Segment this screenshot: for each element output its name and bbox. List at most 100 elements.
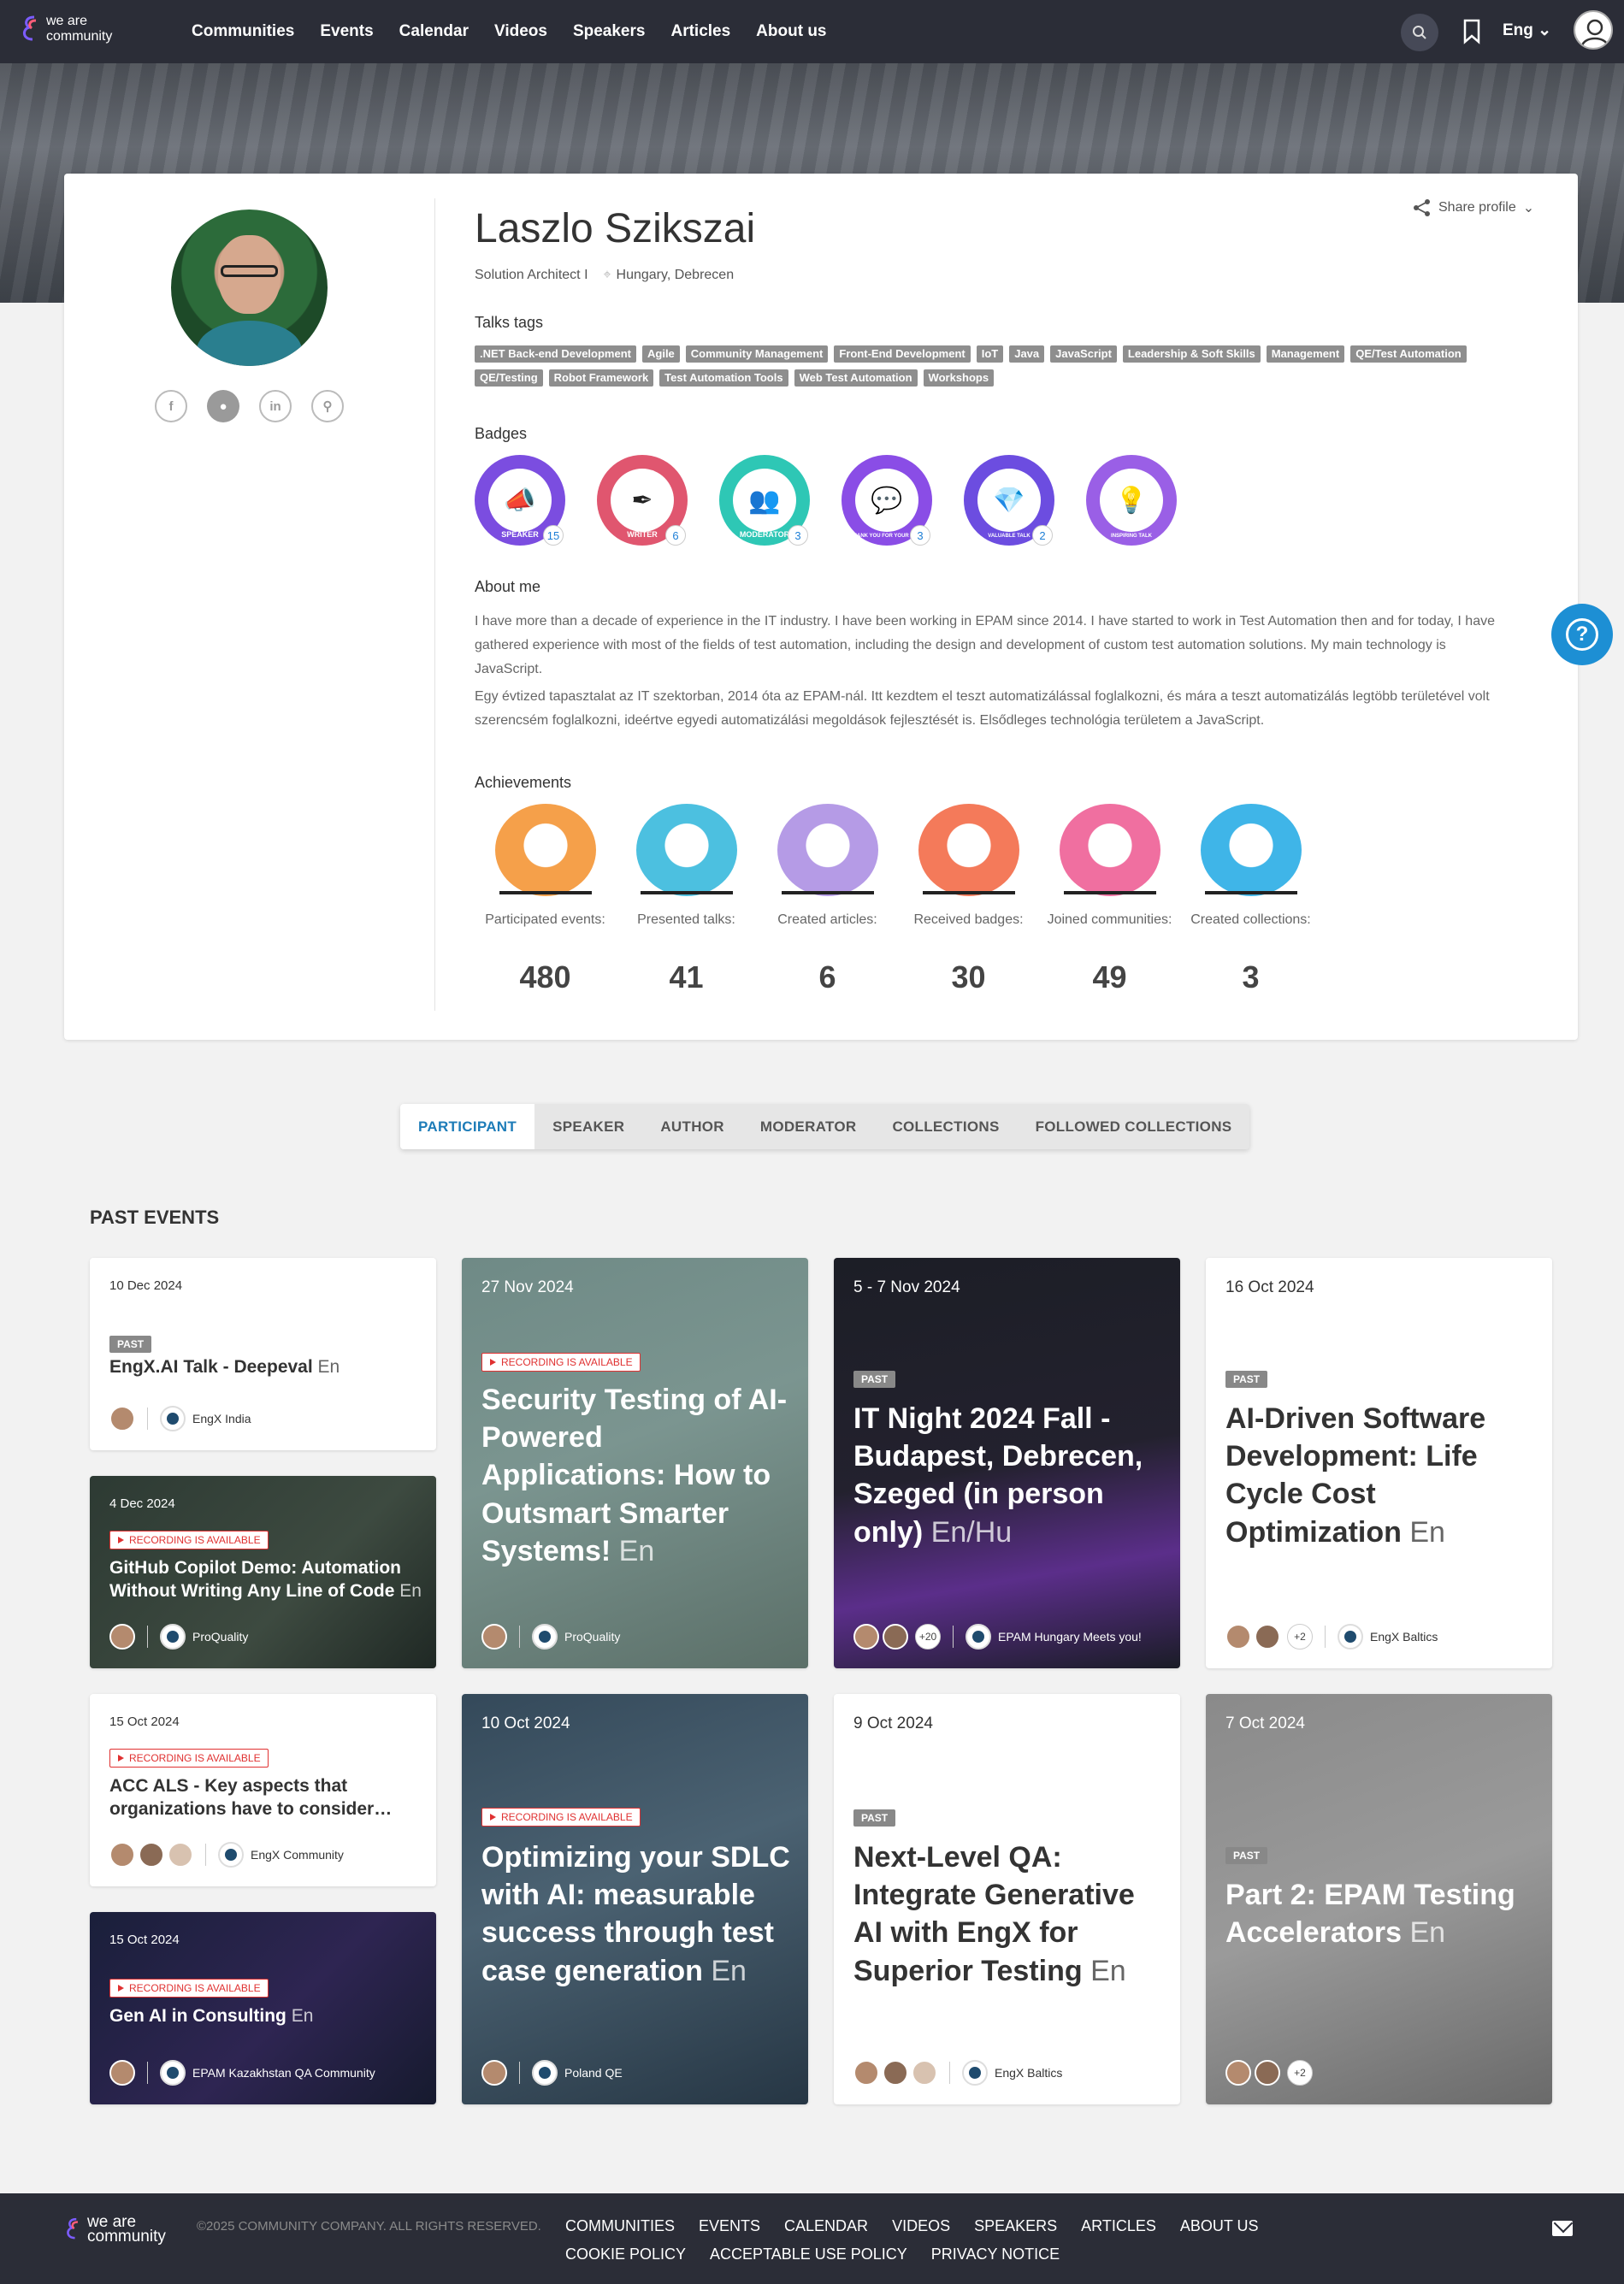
participant-avatar[interactable] [853,2060,879,2086]
community-logo[interactable] [160,1624,186,1650]
event-title[interactable]: Optimizing your SDLC with AI: measurable… [481,1838,794,1990]
footer-link-acceptable-use-policy[interactable]: ACCEPTABLE USE POLICY [710,2246,907,2263]
footer-link-videos[interactable]: VIDEOS [892,2217,950,2235]
community-name[interactable]: EngX Baltics [1370,1630,1438,1644]
footer-link-events[interactable]: EVENTS [699,2217,760,2235]
tab-followed-collections[interactable]: FOLLOWED COLLECTIONS [1018,1104,1250,1149]
participant-avatar[interactable] [481,1624,507,1650]
event-card[interactable]: 4 Dec 2024 RECORDING IS AVAILABLE GitHub C… [90,1476,436,1668]
event-card[interactable]: 10 Oct 2024 RECORDING IS AVAILABLE Optimiz… [462,1694,808,2104]
community-name[interactable]: ProQuality [192,1630,248,1644]
talk-tag[interactable]: Robot Framework [548,369,654,387]
community-logo[interactable] [966,1624,991,1650]
tab-author[interactable]: AUTHOR [642,1104,742,1149]
nav-about-us[interactable]: About us [756,22,826,41]
badge-inspiring-talk[interactable]: 💡 INSPIRING TALK [1086,455,1177,546]
participant-avatar[interactable] [1255,1624,1280,1650]
footer-link-speakers[interactable]: SPEAKERS [974,2217,1057,2235]
participant-avatar[interactable] [109,1624,135,1650]
community-logo[interactable] [1338,1624,1363,1650]
talk-tag[interactable]: .NET Back-end Development [475,345,636,363]
footer-link-articles[interactable]: ARTICLES [1081,2217,1156,2235]
more-participants-count[interactable]: +20 [915,1624,941,1650]
participant-avatar[interactable] [912,2060,937,2086]
community-name[interactable]: Poland QE [564,2066,623,2080]
event-title[interactable]: EngX.AI Talk - Deepeval En [109,1355,422,1378]
site-logo[interactable]: we are community [19,12,112,46]
github-icon[interactable]: ● [207,390,239,422]
community-name[interactable]: EPAM Kazakhstan QA Community [192,2066,375,2080]
talk-tag[interactable]: Front-End Development [834,345,971,363]
footer-logo[interactable]: we are community [63,2214,166,2245]
mail-icon[interactable] [1552,2221,1573,2236]
footer-link-about-us[interactable]: ABOUT US [1180,2217,1259,2235]
participant-avatar[interactable] [168,1842,193,1868]
talk-tag[interactable]: Test Automation Tools [659,369,788,387]
talk-tag[interactable]: JavaScript [1050,345,1117,363]
nav-videos[interactable]: Videos [494,22,547,41]
talk-tag[interactable]: QE/Testing [475,369,543,387]
event-title[interactable]: IT Night 2024 Fall - Budapest, Debrecen,… [853,1400,1166,1551]
tab-collections[interactable]: COLLECTIONS [874,1104,1017,1149]
community-name[interactable]: EngX Baltics [995,2066,1062,2080]
community-name[interactable]: EngX India [192,1412,251,1425]
talk-tag[interactable]: Java [1009,345,1045,363]
talk-tag[interactable]: Management [1266,345,1345,363]
nav-calendar[interactable]: Calendar [399,22,469,41]
community-logo[interactable] [160,1406,186,1431]
community-logo[interactable] [532,2060,558,2086]
nav-events[interactable]: Events [320,22,373,41]
event-card[interactable]: 5 - 7 Nov 2024 PAST IT Night 2024 Fall - B… [834,1258,1180,1668]
talk-tag[interactable]: QE/Test Automation [1350,345,1467,363]
event-title[interactable]: GitHub Copilot Demo: Automation Without … [109,1556,422,1603]
linkedin-icon[interactable]: in [259,390,292,422]
community-logo[interactable] [962,2060,988,2086]
participant-avatar[interactable] [1255,2060,1280,2086]
community-name[interactable]: EPAM Hungary Meets you! [998,1630,1142,1644]
event-card[interactable]: 9 Oct 2024 PAST Next-Level QA: Integrate G… [834,1694,1180,2104]
community-name[interactable]: ProQuality [564,1630,620,1644]
event-title[interactable]: Gen AI in Consulting En [109,2004,422,2027]
community-logo[interactable] [218,1842,244,1868]
event-title[interactable]: Part 2: EPAM Testing Accelerators En [1225,1876,1538,1951]
search-button[interactable] [1401,14,1438,51]
user-avatar[interactable] [1574,10,1613,50]
participant-avatar[interactable] [109,2060,135,2086]
badge-speaker[interactable]: 📣 SPEAKER 15 [475,455,565,546]
event-card[interactable]: 15 Oct 2024 RECORDING IS AVAILABLE Gen AI … [90,1912,436,2104]
event-title[interactable]: Security Testing of AI-Powered Applicati… [481,1381,794,1570]
participant-avatar[interactable] [109,1406,135,1431]
talk-tag[interactable]: Community Management [685,345,829,363]
participant-avatar[interactable] [109,1842,135,1868]
badge-writer[interactable]: ✒ WRITER 6 [597,455,688,546]
footer-link-calendar[interactable]: CALENDAR [784,2217,868,2235]
talk-tag[interactable]: Agile [642,345,680,363]
participant-avatar[interactable] [139,1842,164,1868]
talk-tag[interactable]: Workshops [923,369,995,387]
bookmark-icon[interactable] [1462,19,1481,44]
tab-moderator[interactable]: MODERATOR [742,1104,875,1149]
event-title[interactable]: AI-Driven Software Development: Life Cyc… [1225,1400,1538,1551]
event-title[interactable]: ACC ALS - Key aspects that organizations… [109,1774,422,1821]
community-logo[interactable] [160,2060,186,2086]
language-selector[interactable]: Eng ⌄ [1503,21,1551,40]
talk-tag[interactable]: IoT [976,345,1004,363]
event-card[interactable]: 16 Oct 2024 PAST AI-Driven Software Develo… [1206,1258,1552,1668]
participant-avatar[interactable] [481,2060,507,2086]
footer-link-privacy-notice[interactable]: PRIVACY NOTICE [931,2246,1060,2263]
participant-avatar[interactable] [883,1624,908,1650]
badge-valuable-talk[interactable]: 💎 VALUABLE TALK 2 [964,455,1054,546]
event-card[interactable]: 15 Oct 2024 RECORDING IS AVAILABLE ACC ALS… [90,1694,436,1886]
nav-speakers[interactable]: Speakers [573,22,646,41]
more-participants-count[interactable]: +2 [1287,2060,1313,2086]
talk-tag[interactable]: Web Test Automation [794,369,918,387]
link-icon[interactable]: ⚲ [311,390,344,422]
tab-speaker[interactable]: SPEAKER [534,1104,642,1149]
event-card[interactable]: 27 Nov 2024 RECORDING IS AVAILABLE Securit… [462,1258,808,1668]
community-logo[interactable] [532,1624,558,1650]
community-name[interactable]: EngX Community [251,1848,344,1862]
share-profile-button[interactable]: Share profile ⌄ [1413,198,1534,217]
footer-link-cookie-policy[interactable]: COOKIE POLICY [565,2246,686,2263]
participant-avatar[interactable] [853,1624,879,1650]
nav-articles[interactable]: Articles [670,22,730,41]
